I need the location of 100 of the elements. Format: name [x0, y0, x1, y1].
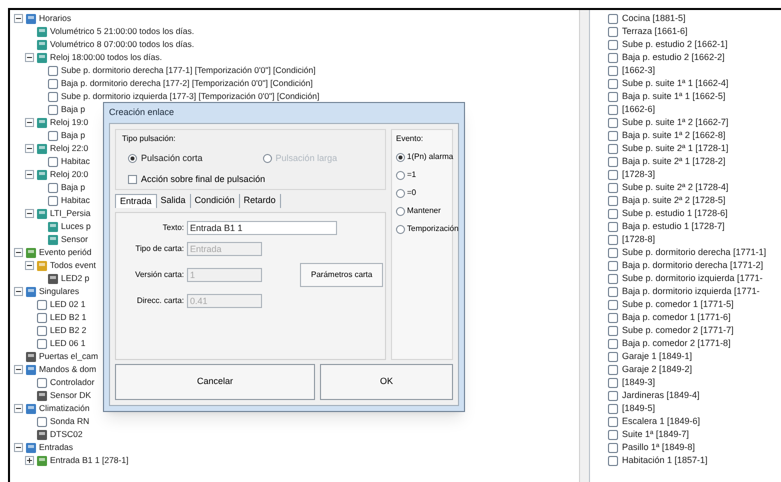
tree-item[interactable]: Mandos & dom [39, 363, 96, 376]
card-parameters-button[interactable]: Parámetros carta [300, 263, 384, 287]
list-item[interactable]: Sube p. dormitorio izquierda [1771- [622, 272, 763, 286]
checkbox[interactable] [128, 174, 137, 184]
list-item[interactable]: Suite 1ª [1849-7] [622, 428, 689, 442]
list-item[interactable]: Baja p. suite 2ª 1 [1728-2] [622, 154, 726, 168]
tree-item[interactable]: Reloj 22:0 [50, 142, 88, 155]
tree-item[interactable]: Controlador [50, 376, 94, 389]
collapse-icon[interactable] [14, 443, 23, 452]
tree-item[interactable]: Volumétrico 5 21:00:00 todos los días. [50, 25, 194, 38]
collapse-icon[interactable] [25, 118, 34, 127]
collapse-icon[interactable] [14, 404, 23, 413]
list-item[interactable]: [1662-3] [622, 64, 656, 78]
tree-item[interactable]: Puertas el_cam [39, 350, 98, 363]
scrollbar[interactable] [579, 10, 589, 482]
tree-item[interactable]: Entrada B1 1 [278-1] [50, 454, 128, 467]
radio-button[interactable] [396, 224, 405, 234]
checkbox-icon [608, 326, 618, 336]
list-item[interactable]: Baja p. dormitorio derecha [1771-2] [622, 258, 764, 272]
tree-item[interactable]: LED 06 1 [50, 337, 86, 350]
ok-button[interactable]: OK [320, 364, 453, 400]
tree-item[interactable]: Reloj 18:00:00 todos los días. [50, 51, 162, 64]
list-item[interactable]: [1728-3] [622, 168, 656, 182]
tree-item[interactable]: Habitac [61, 155, 90, 168]
tree-item[interactable]: Baja p. dormitorio derecha [177-2] [Temporización 0'0"] [Condición] [61, 77, 313, 90]
tree-item[interactable]: DTSC02 [50, 428, 83, 441]
tree-item[interactable]: Horarios [39, 12, 72, 25]
radio-button[interactable] [396, 152, 405, 162]
list-item[interactable]: Sube p. estudio 1 [1728-6] [622, 206, 728, 220]
tree-item[interactable]: Reloj 19:0 [50, 116, 88, 129]
tree-item[interactable]: LED B2 1 [50, 311, 86, 324]
list-item[interactable]: Baja p. suite 2ª 2 [1728-5] [622, 194, 726, 208]
collapse-icon[interactable] [25, 144, 34, 153]
list-item[interactable]: Sube p. suite 2ª 2 [1728-4] [622, 180, 728, 194]
list-item[interactable]: Pasillo 1ª [1849-8] [622, 440, 695, 454]
tree-item[interactable]: Sensor [61, 233, 88, 246]
list-item[interactable]: Baja p. suite 1ª 2 [1662-8] [622, 128, 726, 142]
tree-item[interactable]: Volumétrico 8 07:00:00 todos los días. [50, 38, 194, 51]
tree-item[interactable]: Singulares [39, 285, 80, 298]
radio-button[interactable] [396, 170, 405, 180]
list-item[interactable]: Cocina [1881-5] [622, 12, 686, 26]
node-icon [37, 144, 47, 154]
expand-icon[interactable] [25, 456, 34, 465]
list-item[interactable]: Baja p. estudio 1 [1728-7] [622, 220, 725, 234]
list-item[interactable]: Jardineras [1849-4] [622, 388, 700, 402]
tree-item[interactable]: Reloj 20:0 [50, 168, 88, 181]
list-item[interactable]: [1849-5] [622, 402, 656, 416]
checkbox-icon [608, 208, 618, 218]
collapse-icon[interactable] [25, 170, 34, 179]
radio-button[interactable] [396, 206, 405, 216]
tree-item[interactable]: Sonda RN [50, 415, 90, 428]
list-item[interactable]: [1728-8] [622, 232, 656, 246]
tree-item[interactable]: Habitac [61, 194, 90, 207]
list-item[interactable]: Garaje 2 [1849-2] [622, 362, 692, 376]
radio-button[interactable] [128, 154, 137, 164]
tree-item[interactable]: Todos event [50, 259, 96, 272]
list-item[interactable]: Sube p. dormitorio derecha [1771-1] [622, 246, 766, 260]
text-field[interactable]: Entrada B1 1 [187, 221, 337, 235]
list-item[interactable]: Baja p. dormitorio izquierda [1771- [622, 284, 760, 298]
list-item[interactable]: Sube p. estudio 2 [1662-1] [622, 38, 728, 52]
list-item[interactable]: Sube p. comedor 1 [1771-5] [622, 298, 734, 312]
list-item[interactable]: Baja p. suite 1ª 1 [1662-5] [622, 90, 726, 104]
list-item[interactable]: [1849-3] [622, 376, 656, 390]
collapse-icon[interactable] [25, 261, 34, 270]
tree-item[interactable]: Sube p. dormitorio izquierda [177-3] [Temporización 0'0"] [Condición] [61, 90, 320, 103]
collapse-icon[interactable] [14, 287, 23, 296]
list-item[interactable]: Habitación 1 [1857-1] [622, 454, 708, 468]
tree-item[interactable]: Baja p [61, 129, 86, 142]
list-item[interactable]: Baja p. comedor 1 [1771-6] [622, 310, 731, 324]
list-item[interactable]: Escalera 1 [1849-6] [622, 414, 700, 428]
tree-item[interactable]: Evento periód [39, 246, 92, 259]
tree-item[interactable]: Sube p. dormitorio derecha [177-1] [Temporización 0'0"] [Condición] [61, 64, 316, 77]
collapse-icon[interactable] [14, 14, 23, 23]
radio-button[interactable] [396, 188, 405, 198]
tree-item[interactable]: LED2 p [61, 272, 90, 285]
list-item[interactable]: Sube p. suite 2ª 1 [1728-1] [622, 142, 728, 156]
tree-item[interactable]: LTI_Persia [50, 207, 90, 220]
tree-item[interactable]: LED B2 2 [50, 324, 86, 337]
checkbox-icon [608, 92, 618, 102]
tree-item[interactable]: LED 02 1 [50, 298, 86, 311]
collapse-icon[interactable] [14, 365, 23, 374]
tree-item[interactable]: Entradas [39, 441, 74, 454]
collapse-icon[interactable] [25, 209, 34, 218]
tree-item[interactable]: Baja p [61, 181, 86, 194]
list-item[interactable]: Sube p. comedor 2 [1771-7] [622, 324, 734, 338]
tab[interactable]: Entrada [115, 194, 157, 208]
list-item[interactable]: Baja p. comedor 2 [1771-8] [622, 336, 731, 350]
tree-item[interactable]: Luces p [61, 220, 91, 233]
cancel-button[interactable]: Cancelar [115, 364, 315, 400]
tree-item[interactable]: Climatización [39, 402, 90, 415]
tree-item[interactable]: Baja p [61, 103, 86, 116]
list-item[interactable]: Garaje 1 [1849-1] [622, 350, 692, 364]
collapse-icon[interactable] [25, 53, 34, 62]
tree-item[interactable]: Sensor DK [50, 389, 92, 402]
list-item[interactable]: Baja p. estudio 2 [1662-2] [622, 50, 725, 64]
list-item[interactable]: Terraza [1661-6] [622, 24, 688, 38]
list-item[interactable]: Sube p. suite 1ª 1 [1662-4] [622, 76, 728, 90]
list-item[interactable]: [1662-6] [622, 102, 656, 116]
list-item[interactable]: Sube p. suite 1ª 2 [1662-7] [622, 116, 728, 130]
collapse-icon[interactable] [14, 248, 23, 257]
